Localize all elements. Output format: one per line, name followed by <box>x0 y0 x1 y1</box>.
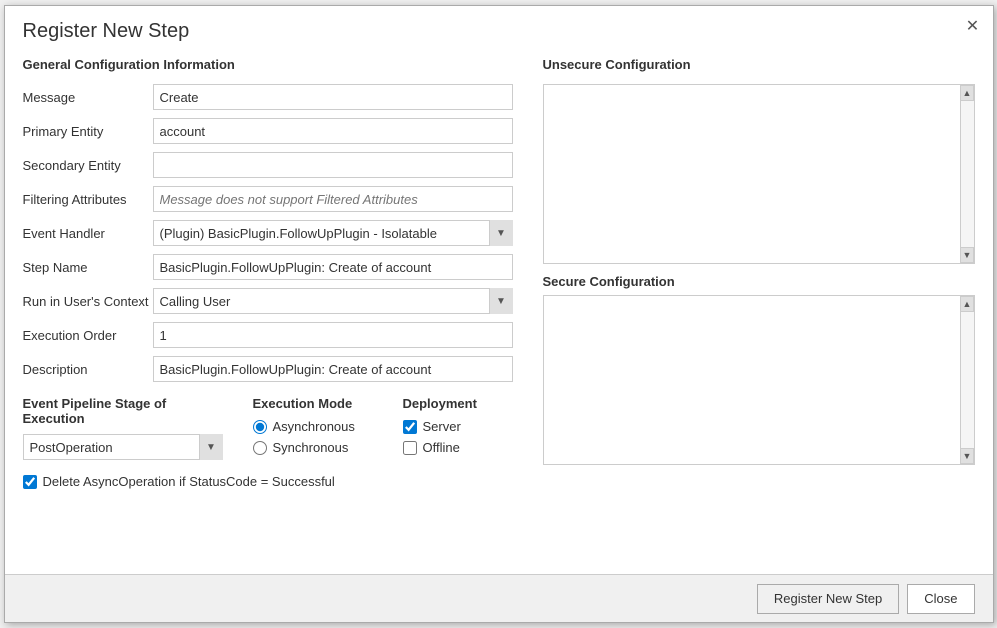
title-close-button[interactable]: ✕ <box>961 14 985 38</box>
step-name-row: Step Name <box>23 254 513 280</box>
content-area: General Configuration Information Messag… <box>5 53 993 559</box>
secondary-entity-row: Secondary Entity <box>23 152 513 178</box>
register-new-step-button[interactable]: Register New Step <box>757 584 899 614</box>
run-in-context-row: Run in User's Context Calling User ▼ <box>23 288 513 314</box>
server-checkbox-item[interactable]: Server <box>403 419 503 434</box>
event-handler-select[interactable]: (Plugin) BasicPlugin.FollowUpPlugin - Is… <box>153 220 513 246</box>
event-handler-wrapper: (Plugin) BasicPlugin.FollowUpPlugin - Is… <box>153 220 513 246</box>
unsecure-config-box: ▲ ▼ <box>543 84 975 264</box>
dialog: Register New Step ✕ General Configuratio… <box>4 5 994 623</box>
general-config-title: General Configuration Information <box>23 57 513 72</box>
secondary-entity-input[interactable] <box>153 152 513 178</box>
offline-checkbox-item[interactable]: Offline <box>403 440 503 455</box>
event-handler-label: Event Handler <box>23 226 153 241</box>
title-bar: Register New Step ✕ <box>5 6 993 53</box>
message-row: Message <box>23 84 513 110</box>
delete-async-label: Delete AsyncOperation if StatusCode = Su… <box>43 474 335 489</box>
primary-entity-input[interactable] <box>153 118 513 144</box>
secure-config-box: ▲ ▼ <box>543 295 975 465</box>
asynchronous-label: Asynchronous <box>273 419 355 434</box>
offline-checkbox[interactable] <box>403 441 417 455</box>
close-button[interactable]: Close <box>907 584 974 614</box>
pipeline-select[interactable]: PreValidation PreOperation PostOperation <box>23 434 223 460</box>
run-in-context-select[interactable]: Calling User <box>153 288 513 314</box>
description-row: Description <box>23 356 513 382</box>
pipeline-section: Event Pipeline Stage of Execution PreVal… <box>23 396 223 460</box>
footer: Register New Step Close <box>5 574 993 622</box>
filtering-attributes-row: Filtering Attributes <box>23 186 513 212</box>
dialog-title: Register New Step <box>23 20 190 43</box>
synchronous-label: Synchronous <box>273 440 349 455</box>
execution-order-input[interactable] <box>153 322 513 348</box>
unsecure-scrollbar: ▲ ▼ <box>960 85 974 263</box>
offline-label: Offline <box>423 440 460 455</box>
delete-async-checkbox[interactable] <box>23 475 37 489</box>
asynchronous-radio-item[interactable]: Asynchronous <box>253 419 373 434</box>
pipeline-wrapper: PreValidation PreOperation PostOperation… <box>23 434 223 460</box>
asynchronous-radio[interactable] <box>253 420 267 434</box>
secure-config-textarea[interactable] <box>544 296 960 464</box>
bottom-section: Event Pipeline Stage of Execution PreVal… <box>23 396 513 460</box>
filtering-attributes-label: Filtering Attributes <box>23 192 153 207</box>
server-label: Server <box>423 419 461 434</box>
unsecure-config-title: Unsecure Configuration <box>543 57 975 72</box>
primary-entity-label: Primary Entity <box>23 124 153 139</box>
secure-scrollbar: ▲ ▼ <box>960 296 974 464</box>
synchronous-radio[interactable] <box>253 441 267 455</box>
execution-mode-section: Execution Mode Asynchronous Synchronous <box>253 396 373 455</box>
deployment-checkbox-group: Server Offline <box>403 419 503 455</box>
execution-mode-radio-group: Asynchronous Synchronous <box>253 419 373 455</box>
run-in-context-label: Run in User's Context <box>23 294 153 309</box>
unsecure-scroll-up-icon[interactable]: ▲ <box>960 85 974 101</box>
description-label: Description <box>23 362 153 377</box>
secondary-entity-label: Secondary Entity <box>23 158 153 173</box>
event-handler-row: Event Handler (Plugin) BasicPlugin.Follo… <box>23 220 513 246</box>
unsecure-scroll-down-icon[interactable]: ▼ <box>960 247 974 263</box>
run-in-context-wrapper: Calling User ▼ <box>153 288 513 314</box>
execution-mode-label: Execution Mode <box>253 396 373 411</box>
secure-scroll-down-icon[interactable]: ▼ <box>960 448 974 464</box>
left-panel: General Configuration Information Messag… <box>23 53 533 559</box>
execution-order-row: Execution Order <box>23 322 513 348</box>
right-panel: Unsecure Configuration ▲ ▼ Secure Config… <box>533 53 975 559</box>
message-label: Message <box>23 90 153 105</box>
step-name-label: Step Name <box>23 260 153 275</box>
description-input[interactable] <box>153 356 513 382</box>
server-checkbox[interactable] <box>403 420 417 434</box>
message-input[interactable] <box>153 84 513 110</box>
deployment-label: Deployment <box>403 396 503 411</box>
pipeline-label: Event Pipeline Stage of Execution <box>23 396 223 426</box>
delete-async-row: Delete AsyncOperation if StatusCode = Su… <box>23 474 513 489</box>
deployment-section: Deployment Server Offline <box>403 396 503 455</box>
secure-config-title: Secure Configuration <box>543 274 975 289</box>
execution-order-label: Execution Order <box>23 328 153 343</box>
secure-scroll-up-icon[interactable]: ▲ <box>960 296 974 312</box>
filtering-attributes-input[interactable] <box>153 186 513 212</box>
synchronous-radio-item[interactable]: Synchronous <box>253 440 373 455</box>
step-name-input[interactable] <box>153 254 513 280</box>
primary-entity-row: Primary Entity <box>23 118 513 144</box>
